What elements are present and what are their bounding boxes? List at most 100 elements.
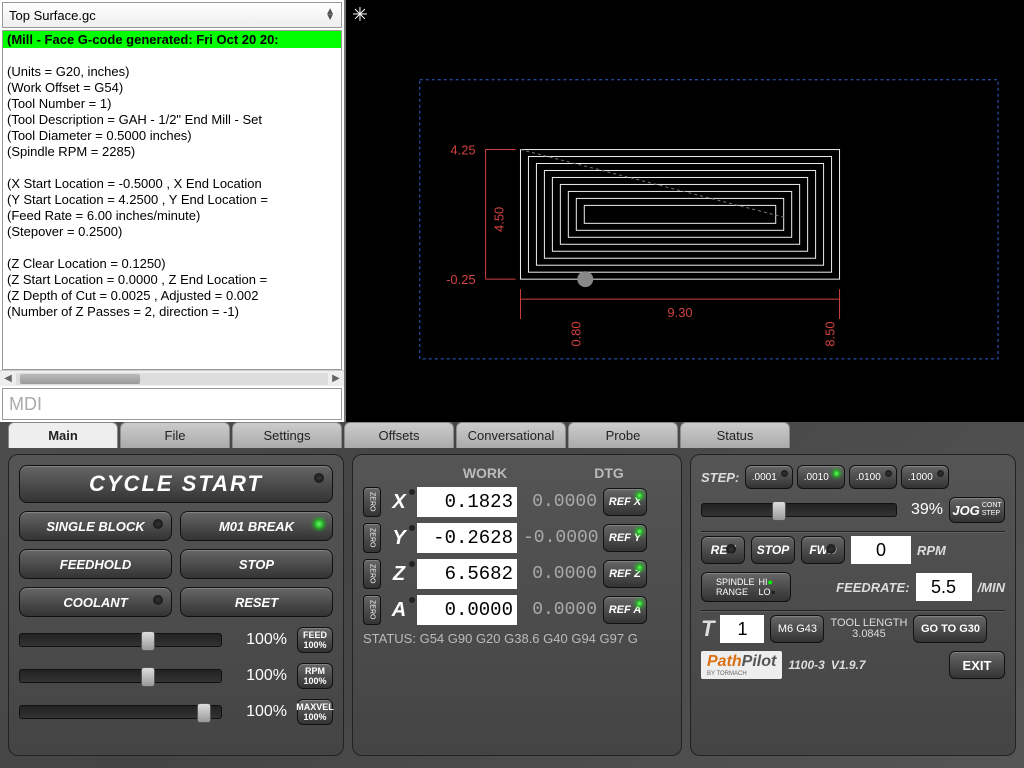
tab-probe[interactable]: Probe bbox=[568, 422, 678, 448]
feed-override-pct: 100% bbox=[232, 631, 287, 649]
dim-y-bot: -0.25 bbox=[446, 272, 476, 287]
jog-mode-button[interactable]: JOG CONTSTEP bbox=[949, 497, 1005, 523]
gcode-list[interactable]: (Mill - Face G-code generated: Fri Oct 2… bbox=[2, 30, 342, 370]
step-1000[interactable]: .1000 bbox=[901, 465, 949, 489]
machine-label: 1100-3 bbox=[788, 658, 824, 672]
m01-break-button[interactable]: M01 BREAK bbox=[180, 511, 333, 541]
axis-y-label: Y bbox=[387, 523, 411, 553]
work-y-field[interactable]: -0.2628 bbox=[417, 523, 517, 553]
zero-x-button[interactable]: ZERO bbox=[363, 487, 381, 517]
feed-100-button[interactable]: FEED100% bbox=[297, 627, 333, 653]
ref-y-button[interactable]: REF Y bbox=[603, 524, 647, 552]
zero-z-button[interactable]: ZERO bbox=[363, 559, 381, 589]
mdi-placeholder: MDI bbox=[9, 394, 42, 415]
dtg-a-value: 0.0000 bbox=[523, 600, 597, 620]
feedrate-field[interactable]: 5.5 bbox=[916, 573, 972, 601]
stop-button[interactable]: STOP bbox=[180, 549, 333, 579]
file-dropdown-text: Top Surface.gc bbox=[9, 8, 96, 23]
scroll-left-icon[interactable]: ◀ bbox=[0, 373, 16, 384]
cycle-start-button[interactable]: CYCLE START bbox=[19, 465, 333, 503]
gcode-line: (Work Offset = G54) bbox=[3, 80, 341, 96]
gcode-line: (Y Start Location = 4.2500 , Y End Locat… bbox=[3, 192, 341, 208]
exit-button[interactable]: EXIT bbox=[949, 651, 1005, 679]
dim-y-top: 4.25 bbox=[450, 143, 475, 158]
pathpilot-logo: PathPilot BY TORMACH bbox=[701, 651, 782, 679]
gcode-line: (X Start Location = -0.5000 , X End Loca… bbox=[3, 176, 341, 192]
gcode-line: (Spindle RPM = 2285) bbox=[3, 144, 341, 160]
step-0010[interactable]: .0010 bbox=[797, 465, 845, 489]
zero-a-button[interactable]: ZERO bbox=[363, 595, 381, 625]
jog-pct: 39% bbox=[903, 501, 943, 519]
single-block-button[interactable]: SINGLE BLOCK bbox=[19, 511, 172, 541]
toolpath-viewport[interactable]: 4.25 -0.25 4.50 9.30 0.80 8.50 bbox=[344, 0, 1024, 422]
version-label: V1.9.7 bbox=[831, 658, 866, 672]
work-a-field[interactable]: 0.0000 bbox=[417, 595, 517, 625]
rpm-override-slider[interactable] bbox=[19, 669, 222, 683]
right-panel: STEP: .0001.0010.0100.1000 39% JOG CONTS… bbox=[690, 454, 1016, 756]
spindle-stop-button[interactable]: STOP bbox=[751, 536, 795, 564]
work-z-field[interactable]: 6.5682 bbox=[417, 559, 517, 589]
scroll-thumb[interactable] bbox=[20, 374, 140, 384]
maxvel-override-slider[interactable] bbox=[19, 705, 222, 719]
dtg-z-value: 0.0000 bbox=[523, 564, 597, 584]
tool-field[interactable]: 1 bbox=[720, 615, 764, 643]
tool-length-label: TOOL LENGTH3.0845 bbox=[830, 618, 907, 640]
feed-override-slider[interactable] bbox=[19, 633, 222, 647]
tab-offsets[interactable]: Offsets bbox=[344, 422, 454, 448]
zero-y-button[interactable]: ZERO bbox=[363, 523, 381, 553]
gcode-line: (Z Start Location = 0.0000 , Z End Locat… bbox=[3, 272, 341, 288]
work-header: WORK bbox=[423, 465, 547, 481]
tab-settings[interactable]: Settings bbox=[232, 422, 342, 448]
work-x-field[interactable]: 0.1823 bbox=[417, 487, 517, 517]
axis-a-label: A bbox=[387, 595, 411, 625]
ref-a-button[interactable]: REF A bbox=[603, 596, 647, 624]
gcode-line: (Tool Description = GAH - 1/2" End Mill … bbox=[3, 112, 341, 128]
coolant-button[interactable]: COOLANT bbox=[19, 587, 172, 617]
spindle-range-button[interactable]: SPINDLERANGE HI●LO● bbox=[701, 572, 791, 602]
axis-x-label: X bbox=[387, 487, 411, 517]
per-min-label: /MIN bbox=[978, 580, 1005, 595]
file-dropdown[interactable]: Top Surface.gc ▲▼ bbox=[2, 2, 342, 28]
status-line: STATUS: G54 G90 G20 G38.6 G40 G94 G97 G bbox=[363, 631, 671, 646]
scroll-right-icon[interactable]: ▶ bbox=[328, 373, 344, 384]
tab-status[interactable]: Status bbox=[680, 422, 790, 448]
feedrate-label: FEEDRATE: bbox=[836, 580, 909, 595]
gcode-line bbox=[3, 48, 341, 64]
dro-panel: WORK DTG ZERO X 0.1823 0.0000 REF XZERO … bbox=[352, 454, 682, 756]
gcode-line: (Number of Z Passes = 2, direction = -1) bbox=[3, 304, 341, 320]
tab-file[interactable]: File bbox=[120, 422, 230, 448]
dropdown-arrows-icon: ▲▼ bbox=[325, 9, 335, 21]
gcode-line: (Tool Diameter = 0.5000 inches) bbox=[3, 128, 341, 144]
gcode-line bbox=[3, 240, 341, 256]
tab-conversational[interactable]: Conversational bbox=[456, 422, 566, 448]
reset-button[interactable]: RESET bbox=[180, 587, 333, 617]
gcode-line: (Tool Number = 1) bbox=[3, 96, 341, 112]
maxvel-override-pct: 100% bbox=[232, 703, 287, 721]
tab-main[interactable]: Main bbox=[8, 422, 118, 448]
go-to-g30-button[interactable]: GO TO G30 bbox=[913, 615, 987, 643]
dim-width: 9.30 bbox=[667, 305, 692, 320]
dim-height: 4.50 bbox=[492, 207, 507, 232]
tool-t-label: T bbox=[701, 616, 714, 642]
dtg-header: DTG bbox=[547, 465, 671, 481]
m6-g43-button[interactable]: M6 G43 bbox=[770, 615, 824, 643]
dtg-x-value: 0.0000 bbox=[523, 492, 597, 512]
rpm-override-pct: 100% bbox=[232, 667, 287, 685]
gcode-horizontal-scrollbar[interactable]: ◀ ▶ bbox=[0, 370, 344, 386]
jog-speed-slider[interactable] bbox=[701, 503, 897, 517]
dtg-y-value: -0.0000 bbox=[523, 528, 597, 548]
feedhold-button[interactable]: FEEDHOLD bbox=[19, 549, 172, 579]
gcode-line: (Units = G20, inches) bbox=[3, 64, 341, 80]
rpm-100-button[interactable]: RPM100% bbox=[297, 663, 333, 689]
ref-z-button[interactable]: REF Z bbox=[603, 560, 647, 588]
maxvel-100-button[interactable]: MAXVEL100% bbox=[297, 699, 333, 725]
step-0100[interactable]: .0100 bbox=[849, 465, 897, 489]
gcode-highlight-line: (Mill - Face G-code generated: Fri Oct 2… bbox=[3, 31, 341, 48]
step-0001[interactable]: .0001 bbox=[745, 465, 793, 489]
spindle-rev-button[interactable]: REV bbox=[701, 536, 745, 564]
rpm-field[interactable]: 0 bbox=[851, 536, 911, 564]
ref-x-button[interactable]: REF X bbox=[603, 488, 647, 516]
mdi-input[interactable]: MDI bbox=[2, 388, 342, 420]
spindle-fwd-button[interactable]: FWD bbox=[801, 536, 845, 564]
gcode-line: (Z Depth of Cut = 0.0025 , Adjusted = 0.… bbox=[3, 288, 341, 304]
